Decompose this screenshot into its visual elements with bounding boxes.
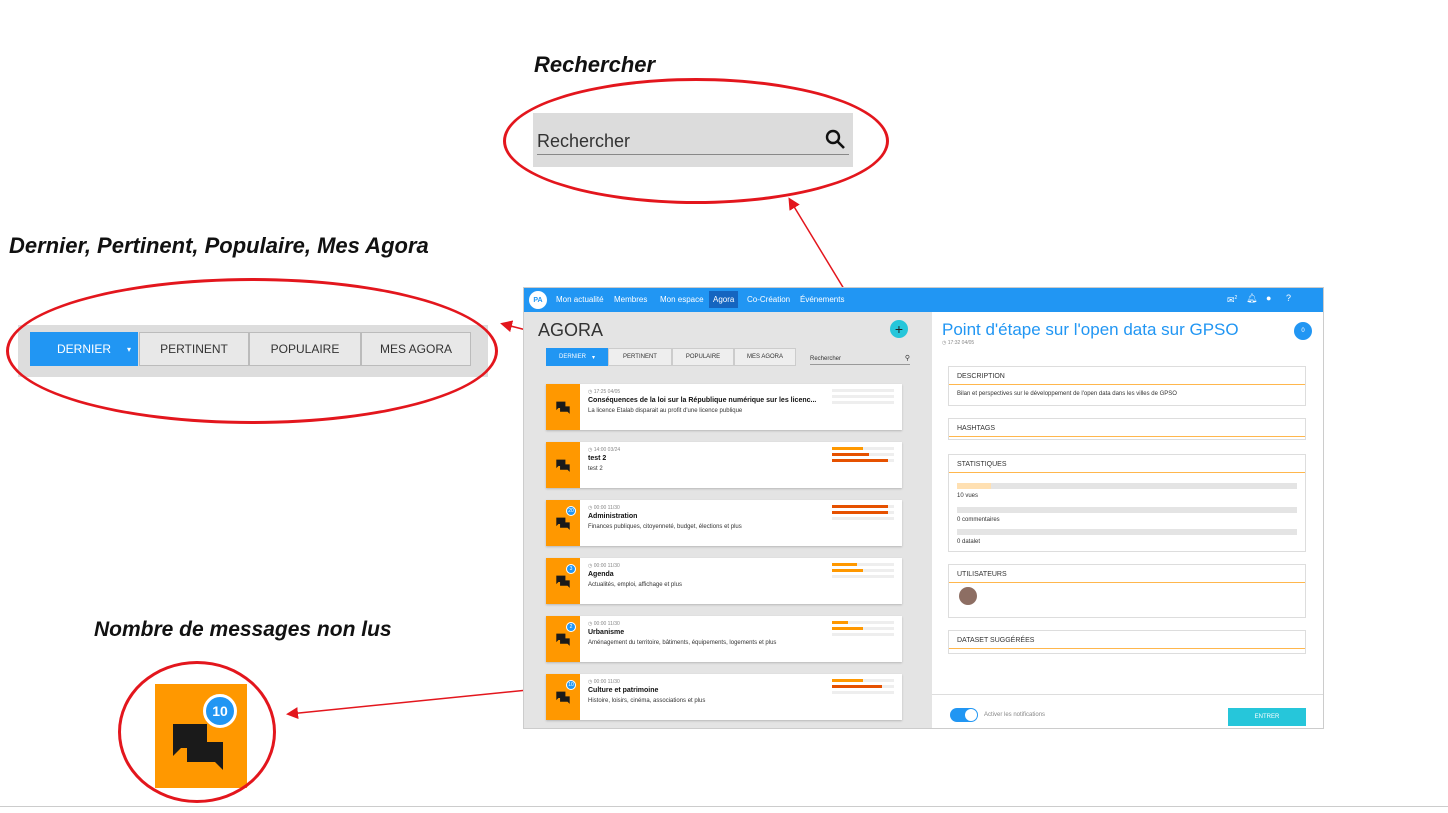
card-title: test 2 [588,455,607,462]
card-activity-bar [832,447,894,450]
card-activity-bar [832,395,894,398]
agora-card[interactable]: 20 ◷ 00:00 11/30 Administration Finances… [546,500,902,546]
card-description: Histoire, loisirs, cinéma, associations … [588,698,706,704]
notifications-toggle[interactable] [950,708,978,722]
nav-agora[interactable]: Agora [709,291,739,308]
agora-card[interactable]: 3 ◷ 00:00 11/30 Agenda Actualités, emplo… [546,558,902,604]
agora-detail-panel: Point d'étape sur l'open data sur GPSO ◷… [932,312,1323,728]
agora-card[interactable]: 2 ◷ 00:00 11/30 Urbanisme Aménagement du… [546,616,902,662]
card-title: Culture et patrimoine [588,687,659,694]
section-header: DESCRIPTION [949,367,1305,385]
card-title: Urbanisme [588,629,625,636]
tab-dernier[interactable]: DERNIER ▾ [546,348,608,366]
card-activity-bar [832,679,894,682]
section-header: DATASET SUGGÉRÉES [949,631,1305,649]
card-activity-bar [832,459,894,462]
card-description: Finances publiques, citoyenneté, budget,… [588,524,742,530]
nav-mon-actualite[interactable]: Mon actualité [556,295,604,304]
agora-search-input[interactable]: Rechercher ⚲ [810,354,910,365]
tab-populaire[interactable]: POPULAIRE [672,348,734,366]
card-time: ◷ 14:00 03/24 [588,447,621,453]
section-header: UTILISATEURS [949,565,1305,583]
stats-section: STATISTIQUES 10 vues 0 commentaires 0 da… [948,454,1306,552]
footer-divider [932,694,1323,695]
chat-bubbles-icon [546,384,580,430]
card-activity-bar [832,401,894,404]
unread-count-badge: 10 [566,680,576,690]
add-agora-button[interactable]: + [890,320,908,338]
hashtags-section: HASHTAGS [948,418,1306,440]
card-activity-bar [832,627,894,630]
detail-badge[interactable]: 0 [1294,322,1312,340]
nav-membres[interactable]: Membres [614,295,647,304]
card-activity-bar [832,505,894,508]
help-icon[interactable]: ? [1286,293,1291,303]
card-title: Agenda [588,571,614,578]
stat-views: 10 vues [957,493,979,499]
card-title: Administration [588,513,638,520]
stat-comments: 0 commentaires [957,517,1000,523]
users-section: UTILISATEURS [948,564,1306,618]
nav-evenements[interactable]: Événements [800,295,844,304]
caret-down-icon: ▾ [592,354,596,361]
agora-list-panel: AGORA + DERNIER ▾ PERTINENT POPULAIRE MES… [524,312,932,728]
notifications-label: Activer les notifications [984,712,1046,718]
datasets-section: DATASET SUGGÉRÉES [948,630,1306,654]
unread-count-badge: 3 [566,564,576,574]
avatar[interactable] [959,587,977,605]
chat-icon[interactable]: ✉2 [1227,295,1237,306]
card-description: Aménagement du territoire, bâtiments, éq… [588,640,777,646]
description-text: Bilan et perspectives sur le développeme… [957,391,1177,397]
tab-pertinent[interactable]: PERTINENT [608,348,672,366]
card-activity-bar [832,569,894,572]
nav-mon-espace[interactable]: Mon espace [660,295,704,304]
agora-card[interactable]: 10 ◷ 00:00 11/30 Culture et patrimoine H… [546,674,902,720]
stat-datalets: 0 datalet [957,539,981,545]
unread-count-badge: 2 [566,622,576,632]
card-time: ◷ 00:00 11/30 [588,621,620,627]
stat-bar [957,529,1297,535]
detail-time: ◷ 17:32 04/05 [942,340,975,346]
agora-title: AGORA [538,320,604,340]
card-activity-bar [832,575,894,578]
section-header: STATISTIQUES [949,455,1305,473]
card-activity-bar [832,389,894,392]
card-description: test 2 [588,466,603,472]
card-time: ◷ 00:00 11/30 [588,679,620,685]
card-description: Actualités, emploi, affichage et plus [588,582,682,588]
stat-bar [957,507,1297,513]
search-icon[interactable]: ⚲ [905,354,910,362]
card-time: ◷ 00:00 11/30 [588,563,620,569]
description-section: DESCRIPTION Bilan et perspectives sur le… [948,366,1306,406]
card-time: ◷ 00:00 11/30 [588,505,620,511]
card-activity-bar [832,685,894,688]
stat-bar [957,483,1297,489]
card-activity-bar [832,621,894,624]
card-activity-bar [832,633,894,636]
chat-count: 2 [1234,295,1238,301]
nav-co-creation[interactable]: Co-Création [747,295,790,304]
chat-bubbles-icon [546,442,580,488]
detail-title: Point d'étape sur l'open data sur GPSO [942,320,1239,339]
card-title: Conséquences de la loi sur la République… [588,397,817,404]
card-activity-bar [832,563,894,566]
app-screenshot: PA Mon actualité Membres Mon espace Agor… [523,287,1324,729]
card-description: La licence Etalab disparait au profit d'… [588,408,743,414]
tab-mes-agora[interactable]: MES AGORA [734,348,796,366]
card-time: ◷ 17:25 04/05 [588,389,621,395]
card-activity-bar [832,517,894,520]
section-header: HASHTAGS [949,419,1305,437]
user-icon[interactable]: ● [1266,293,1271,303]
card-activity-bar [832,691,894,694]
app-logo[interactable]: PA [529,291,547,309]
agora-card[interactable]: ◷ 17:25 04/05 Conséquences de la loi sur… [546,384,902,430]
unread-count-badge: 20 [566,506,576,516]
card-activity-bar [832,453,894,456]
card-activity-bar [832,511,894,514]
enter-button[interactable]: ENTRER [1228,708,1306,726]
top-navbar: PA Mon actualité Membres Mon espace Agor… [524,288,1323,312]
slide-bottom-divider [0,806,1448,807]
agora-card[interactable]: ◷ 14:00 03/24 test 2 test 2 [546,442,902,488]
bell-icon[interactable]: 🔔︎ [1246,293,1257,304]
